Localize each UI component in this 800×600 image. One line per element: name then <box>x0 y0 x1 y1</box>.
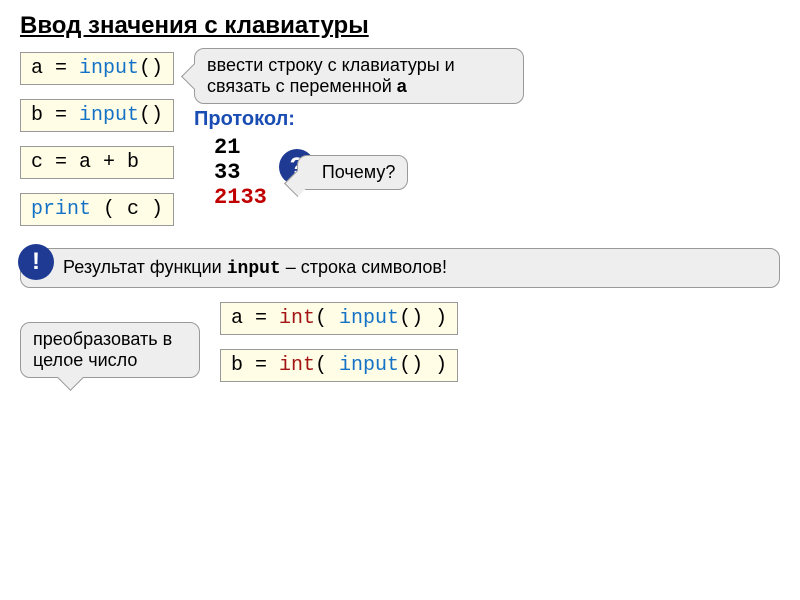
code-line-1: a = input() <box>20 52 174 85</box>
page-title: Ввод значения с клавиатуры <box>20 12 780 40</box>
code-fn: input <box>79 57 139 80</box>
code-text: ( <box>315 354 339 377</box>
callout-input-desc: ввести строку с клавиатуры и связать с п… <box>194 48 524 104</box>
code-fn: input <box>339 307 399 330</box>
callout-var: a <box>397 76 407 96</box>
exclaim-badge: ! <box>18 244 54 280</box>
code-line-3: c = a + b <box>20 146 174 179</box>
code-text: () ) <box>399 354 447 377</box>
code-int: int <box>279 307 315 330</box>
code-text: b = <box>31 104 79 127</box>
code-text: () <box>139 57 163 80</box>
int-code-line-1: a = int( input() ) <box>220 302 458 335</box>
result-post: – строка символов! <box>281 257 447 277</box>
code-fn: input <box>79 104 139 127</box>
callout-text: ввести строку с клавиатуры и связать с п… <box>207 55 455 96</box>
protocol-values: 21 33 2133 <box>214 135 267 210</box>
result-pre: Результат функции <box>63 257 227 277</box>
code-text: ( c ) <box>91 198 163 221</box>
code-text: a = <box>231 307 279 330</box>
code-text: ( <box>315 307 339 330</box>
callout-convert: преобразовать в целое число <box>20 322 200 378</box>
code-int: int <box>279 354 315 377</box>
protocol-v2: 33 <box>214 160 267 185</box>
callout-why: Почему? <box>297 155 409 190</box>
code-text: () <box>139 104 163 127</box>
result-note: Результат функции input – строка символо… <box>20 248 780 288</box>
protocol-v1: 21 <box>214 135 267 160</box>
code-line-2: b = input() <box>20 99 174 132</box>
int-code-line-2: b = int( input() ) <box>220 349 458 382</box>
convert-text: преобразовать в целое число <box>33 329 172 370</box>
code-text: b = <box>231 354 279 377</box>
code-fn: input <box>339 354 399 377</box>
code-line-4: print ( c ) <box>20 193 174 226</box>
result-kw: input <box>227 259 281 279</box>
protocol-v3: 2133 <box>214 185 267 210</box>
code-text: a = <box>31 57 79 80</box>
why-text: Почему? <box>322 162 396 182</box>
code-text: () ) <box>399 307 447 330</box>
code-fn: print <box>31 198 91 221</box>
protocol-label: Протокол: <box>194 108 524 131</box>
